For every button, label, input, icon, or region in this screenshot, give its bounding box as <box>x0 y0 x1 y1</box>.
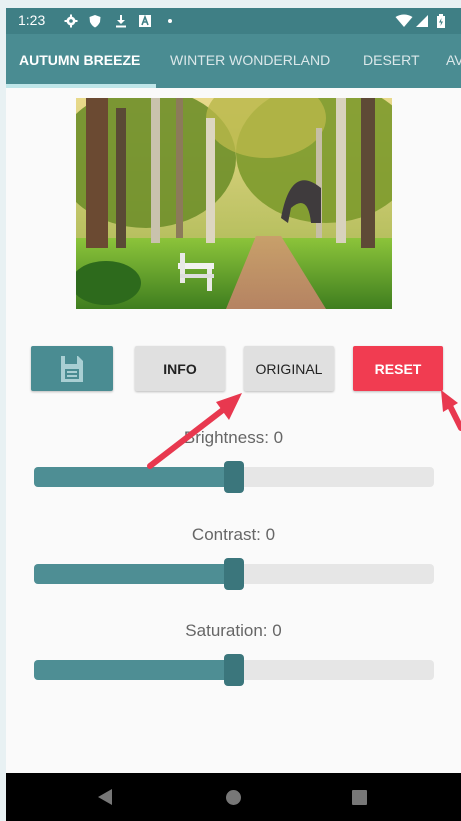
brightness-thumb[interactable] <box>224 461 244 493</box>
tab-partial[interactable]: AV <box>446 52 461 68</box>
save-icon <box>61 355 83 382</box>
shield-icon <box>89 15 101 28</box>
preview-image <box>76 98 392 309</box>
contrast-slider[interactable] <box>34 558 434 590</box>
tab-desert[interactable]: DESERT <box>363 52 420 68</box>
saturation-label: Saturation: 0 <box>185 621 282 640</box>
wifi-icon <box>395 14 413 27</box>
battery-icon <box>437 14 445 28</box>
info-button[interactable]: INFO <box>135 346 225 391</box>
saturation-fill <box>34 660 234 680</box>
tab-winter-wonderland[interactable]: WINTER WONDERLAND <box>170 52 330 68</box>
contrast-fill <box>34 564 234 584</box>
contrast-label: Contrast: 0 <box>191 525 276 544</box>
brightness-fill <box>34 467 234 487</box>
save-button[interactable] <box>31 346 113 391</box>
brightness-label: Brightness: 0 <box>183 428 284 447</box>
tab-indicator <box>6 84 156 88</box>
signal-icon <box>416 15 428 27</box>
status-time: 1:23 <box>18 12 46 28</box>
home-icon[interactable] <box>226 790 241 805</box>
a-icon <box>139 14 151 27</box>
brightness-slider[interactable] <box>34 461 434 493</box>
app-screen: 1:23 AUTUMN BREEZE WINTER WONDERLAND DES… <box>6 8 461 821</box>
saturation-slider[interactable] <box>34 654 434 686</box>
status-bar: 1:23 <box>6 8 461 34</box>
gear-icon <box>64 14 78 28</box>
download-icon <box>116 15 126 28</box>
contrast-thumb[interactable] <box>224 558 244 590</box>
reset-button[interactable]: RESET <box>353 346 443 391</box>
recents-icon[interactable] <box>352 790 367 805</box>
tab-bar: AUTUMN BREEZE WINTER WONDERLAND DESERT A… <box>6 34 461 88</box>
saturation-thumb[interactable] <box>224 654 244 686</box>
back-icon[interactable] <box>98 789 112 805</box>
navigation-bar <box>6 773 461 821</box>
dot-icon <box>168 19 172 23</box>
tab-autumn-breeze[interactable]: AUTUMN BREEZE <box>19 52 140 68</box>
original-button[interactable]: ORIGINAL <box>244 346 334 391</box>
